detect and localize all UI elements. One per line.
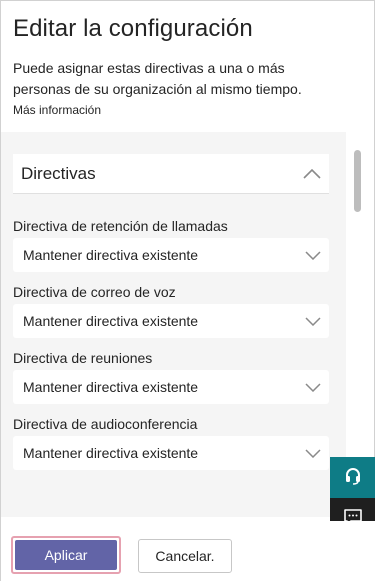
field-label: Directiva de retención de llamadas — [13, 218, 228, 234]
meetings-policy-dropdown[interactable]: Mantener directiva existente — [13, 370, 329, 404]
field-call-park: Directiva de retención de llamadas Mante… — [13, 216, 329, 272]
page-description: Puede asignar estas directivas a una o m… — [13, 60, 302, 97]
audio-conferencing-policy-dropdown[interactable]: Mantener directiva existente — [13, 436, 329, 470]
call-park-policy-dropdown[interactable]: Mantener directiva existente — [13, 238, 329, 272]
field-audio-conferencing: Directiva de audioconferencia Mantener d… — [13, 414, 329, 470]
chevron-down-icon — [305, 445, 321, 461]
headset-icon — [343, 466, 363, 491]
dropdown-value: Mantener directiva existente — [23, 379, 199, 395]
field-label: Directiva de audioconferencia — [13, 416, 198, 432]
page-title: Editar la configuración — [13, 15, 253, 42]
chevron-up-icon[interactable] — [303, 168, 321, 179]
field-meetings: Directiva de reuniones Mantener directiv… — [13, 348, 329, 404]
field-label: Directiva de correo de voz — [13, 284, 176, 300]
chevron-down-icon — [305, 313, 321, 329]
dropdown-value: Mantener directiva existente — [23, 313, 199, 329]
cancel-button[interactable]: Cancelar. — [138, 539, 232, 573]
field-label: Directiva de reuniones — [13, 350, 153, 366]
section-title: Directivas — [21, 163, 96, 183]
more-info-link[interactable]: Más información — [13, 103, 101, 117]
apply-button-label: Aplicar — [15, 540, 117, 570]
help-button[interactable] — [330, 457, 375, 499]
scrollbar-thumb[interactable] — [354, 150, 361, 212]
edit-settings-pane: Editar la configuración Puede asignar es… — [0, 0, 375, 581]
voicemail-policy-dropdown[interactable]: Mantener directiva existente — [13, 304, 329, 338]
dropdown-value: Mantener directiva existente — [23, 247, 199, 263]
policies-panel: Directivas Directiva de retención de lla… — [1, 132, 346, 517]
field-voicemail: Directiva de correo de voz Mantener dire… — [13, 282, 329, 338]
policies-section-header[interactable]: Directivas — [13, 154, 329, 194]
chevron-down-icon — [305, 379, 321, 395]
chevron-down-icon — [305, 247, 321, 263]
dropdown-value: Mantener directiva existente — [23, 445, 199, 461]
apply-button[interactable]: Aplicar — [11, 536, 121, 574]
